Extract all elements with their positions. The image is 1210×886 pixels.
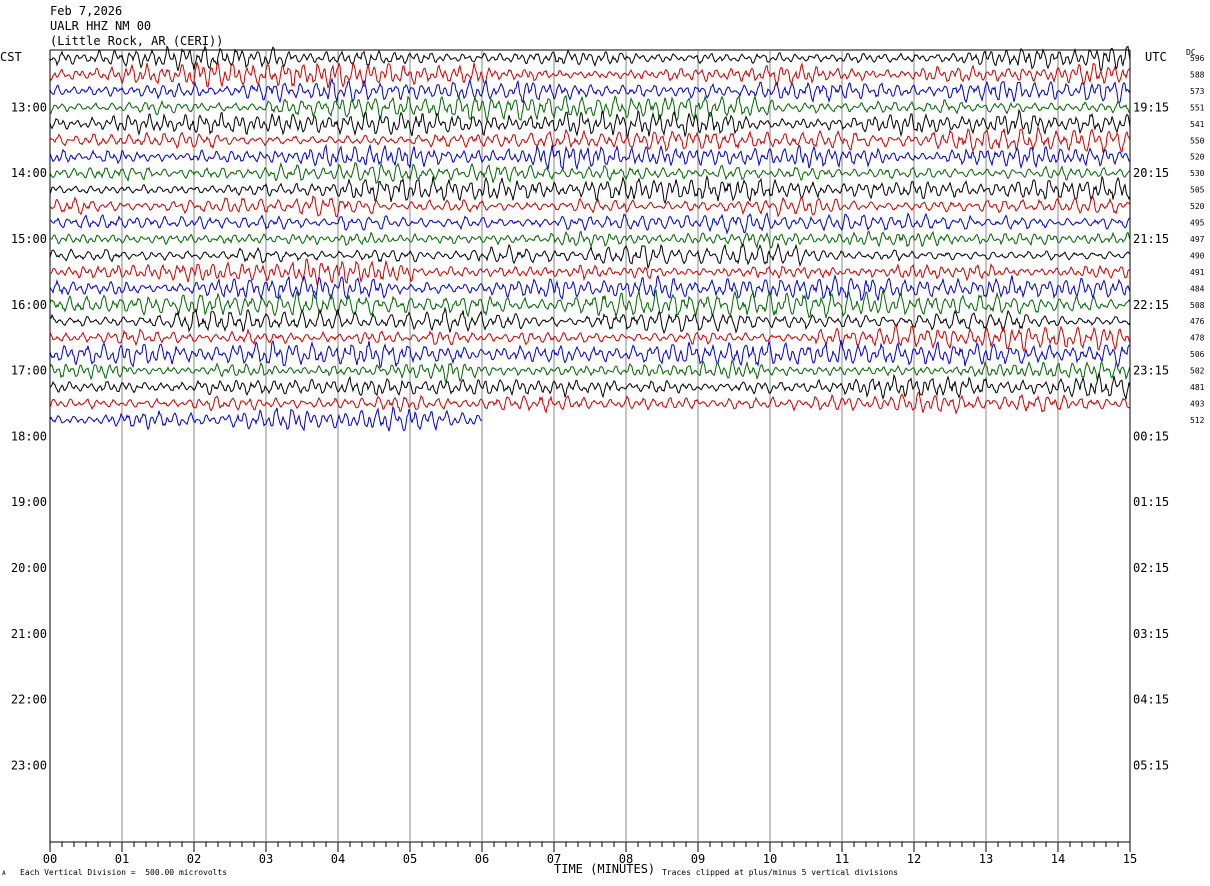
seismic-trace [49,359,1131,385]
seismic-trace [49,372,1131,400]
helicorder-plot: 00 01 02 03 04 05 06 07 08 09 10 11 12 13 14 1513:0014:… [11,44,1205,866]
seismic-trace [49,288,1131,320]
trace-dc-label: 476 [1190,317,1205,326]
seismic-trace [49,174,1131,205]
right-hour-label: 19:15 [1133,100,1169,114]
seismic-trace [49,195,1131,218]
x-axis-label: TIME (MINUTES) [554,862,656,876]
left-hour-label: 18:00 [11,429,47,443]
left-hour-label: 20:00 [11,561,47,575]
x-tick-label: 01 [115,852,129,866]
trace-dc-label: 506 [1190,350,1205,359]
trace-dc-label: 541 [1190,120,1205,129]
right-hour-label: 05:15 [1133,758,1169,772]
seismic-trace [49,94,1131,122]
trace-dc-label: 491 [1190,268,1205,277]
clip-note: Traces clipped at plus/minus 5 vertical … [662,868,899,877]
x-tick-label: 15 [1123,852,1137,866]
x-tick-label: 12 [907,852,921,866]
x-tick-label: 10 [763,852,777,866]
seismic-trace [49,161,1131,184]
right-hour-label: 02:15 [1133,561,1169,575]
trace-dc-label: 588 [1190,70,1205,79]
trace-dc-label: 551 [1190,103,1205,112]
trace-dc-label: 505 [1190,186,1205,195]
corner-mark: A [2,870,6,877]
x-tick-label: 03 [259,852,273,866]
right-hour-label: 20:15 [1133,166,1169,180]
trace-dc-label: 508 [1190,301,1205,310]
trace-dc-label: 490 [1190,251,1205,260]
x-tick-label: 09 [691,852,705,866]
left-hour-label: 15:00 [11,232,47,246]
trace-dc-label: 481 [1190,383,1205,392]
left-hour-label: 21:00 [11,627,47,641]
scale-note: Each Vertical Division = 500.00 microvol… [20,868,228,877]
seismic-trace [49,143,1131,171]
seismic-trace [49,322,1131,353]
trace-dc-label: 520 [1190,202,1205,211]
left-hour-label: 22:00 [11,693,47,707]
trace-dc-label: 502 [1190,367,1205,376]
x-tick-label: 14 [1051,852,1065,866]
trace-dc-label: 497 [1190,235,1205,244]
right-hour-label: 03:15 [1133,627,1169,641]
left-hour-label: 23:00 [11,758,47,772]
seismic-trace [49,60,1131,89]
seismic-trace [49,211,1131,235]
trace-dc-label: 478 [1190,334,1205,343]
seismic-trace [50,258,1131,286]
left-hour-label: 13:00 [11,100,47,114]
x-tick-label: 02 [187,852,201,866]
right-hour-label: 21:15 [1133,232,1169,246]
seismic-trace [49,108,1131,138]
seismic-trace [49,340,1131,369]
seismic-trace [49,230,1131,250]
right-hour-label: 22:15 [1133,298,1169,312]
x-tick-label: 13 [979,852,993,866]
trace-dc-label: 520 [1190,153,1205,162]
x-tick-label: 00 [43,852,57,866]
trace-dc-label: 550 [1190,136,1205,145]
x-tick-label: 06 [475,852,489,866]
trace-dc-label: 596 [1190,54,1205,63]
trace-dc-label: 573 [1190,87,1205,96]
trace-dc-label: 512 [1190,416,1205,425]
seismic-trace [49,242,1131,270]
x-tick-label: 11 [835,852,849,866]
trace-dc-label: 530 [1190,169,1205,178]
left-hour-label: 19:00 [11,495,47,509]
x-tick-label: 05 [403,852,417,866]
seismic-trace [49,77,1131,104]
left-hour-label: 16:00 [11,298,47,312]
right-hour-label: 00:15 [1133,429,1169,443]
trace-dc-label: 484 [1190,284,1205,293]
trace-dc-label: 493 [1190,399,1205,408]
left-hour-label: 14:00 [11,166,47,180]
seismic-trace [49,273,1131,301]
seismic-trace [50,306,1131,335]
x-tick-label: 04 [331,852,345,866]
right-hour-label: 23:15 [1133,364,1169,378]
trace-dc-label: 495 [1190,219,1205,228]
seismic-trace [49,390,1131,415]
left-hour-label: 17:00 [11,364,47,378]
right-hour-label: 01:15 [1133,495,1169,509]
right-hour-label: 04:15 [1133,693,1169,707]
